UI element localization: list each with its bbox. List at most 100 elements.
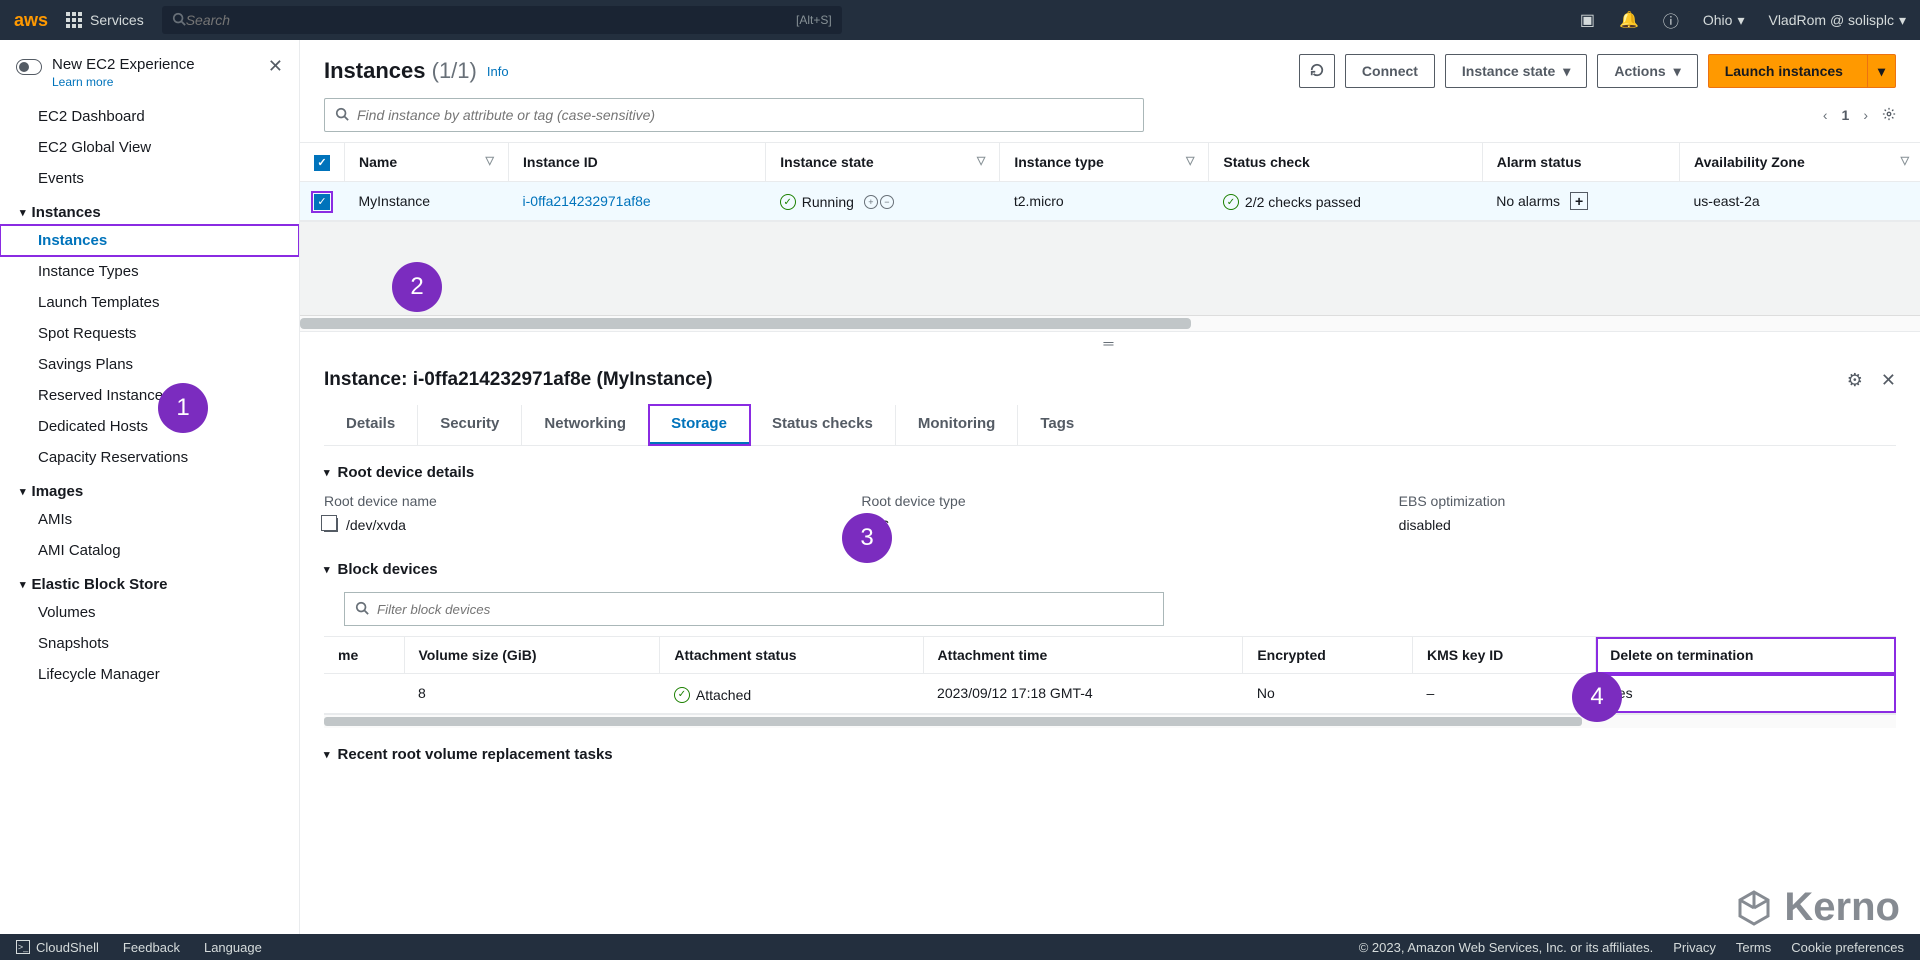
close-icon[interactable]: ✕ — [1881, 370, 1896, 391]
next-page-button[interactable]: › — [1863, 107, 1868, 123]
sidebar-item-instance-types[interactable]: Instance Types — [0, 256, 299, 287]
attached-status: Attached — [674, 687, 751, 703]
tab-status-checks[interactable]: Status checks — [750, 405, 896, 445]
col-encrypted: Encrypted — [1243, 637, 1413, 674]
top-nav: aws Services [Alt+S] ▣ 🔔 ⓘ Ohio▾ VladRom… — [0, 0, 1920, 40]
tab-details[interactable]: Details — [324, 405, 418, 445]
root-name-value: /dev/xvda — [324, 517, 821, 533]
settings-icon[interactable] — [1882, 107, 1896, 124]
launch-instances-button[interactable]: Launch instances ▾ — [1708, 54, 1896, 88]
settings-icon[interactable]: ⚙ — [1847, 370, 1863, 391]
language-link[interactable]: Language — [204, 940, 262, 955]
chevron-down-icon[interactable]: ▾ — [1867, 55, 1895, 87]
cloudshell-button[interactable]: >_CloudShell — [16, 940, 99, 955]
sort-icon[interactable]: ▽ — [977, 154, 985, 167]
sidebar-item-lifecycle-manager[interactable]: Lifecycle Manager — [0, 659, 299, 690]
terminal-icon: >_ — [16, 940, 30, 954]
filter-row: ‹ 1 › — [300, 98, 1920, 142]
sidebar-item-reserved-instances[interactable]: Reserved Instances — [0, 380, 299, 411]
instance-id-link[interactable]: i-0ffa214232971af8e — [523, 193, 651, 209]
feedback-link[interactable]: Feedback — [123, 940, 180, 955]
services-menu[interactable]: Services — [58, 12, 152, 28]
terms-link[interactable]: Terms — [1736, 940, 1771, 955]
horizontal-scrollbar[interactable] — [324, 714, 1896, 728]
tab-security[interactable]: Security — [418, 405, 522, 445]
notifications-icon[interactable]: 🔔 — [1619, 10, 1639, 30]
close-icon[interactable]: ✕ — [268, 56, 283, 77]
learn-more-link[interactable]: Learn more — [52, 75, 113, 89]
block-devices-section[interactable]: Block devices — [324, 543, 1896, 586]
connect-button[interactable]: Connect — [1345, 54, 1435, 88]
sidebar-item-spot-requests[interactable]: Spot Requests — [0, 318, 299, 349]
sidebar-section-images[interactable]: Images — [0, 473, 299, 504]
split-handle[interactable]: ═ — [300, 331, 1920, 353]
sidebar-item-amis[interactable]: AMIs — [0, 504, 299, 535]
info-link[interactable]: Info — [487, 64, 509, 79]
cell-type: t2.micro — [1000, 181, 1209, 221]
sidebar-item-dashboard[interactable]: EC2 Dashboard — [0, 101, 299, 132]
actions-button[interactable]: Actions▾ — [1597, 54, 1697, 88]
search-input[interactable] — [186, 12, 796, 28]
cloudshell-icon[interactable]: ▣ — [1580, 10, 1595, 30]
search-icon — [355, 601, 369, 618]
aws-logo[interactable]: aws — [14, 10, 48, 31]
new-experience-toggle[interactable] — [16, 59, 42, 75]
col-az: Availability Zone▽ — [1680, 143, 1920, 181]
help-icon[interactable]: ⓘ — [1663, 8, 1679, 32]
tab-tags[interactable]: Tags — [1018, 405, 1096, 445]
instance-state-button[interactable]: Instance state▾ — [1445, 54, 1587, 88]
add-alarm-button[interactable]: + — [1570, 192, 1588, 210]
tab-networking[interactable]: Networking — [522, 405, 649, 445]
copy-icon[interactable] — [324, 518, 338, 532]
sort-icon[interactable]: ▽ — [1186, 154, 1194, 167]
instance-filter[interactable] — [324, 98, 1144, 132]
privacy-link[interactable]: Privacy — [1673, 940, 1716, 955]
sidebar-item-capacity-reservations[interactable]: Capacity Reservations — [0, 442, 299, 473]
zoom-icons[interactable]: +− — [864, 195, 894, 209]
root-device-section[interactable]: Root device details — [324, 446, 1896, 489]
select-all-checkbox[interactable]: ✓ — [314, 155, 330, 171]
filter-input[interactable] — [357, 107, 1133, 123]
sidebar-item-snapshots[interactable]: Snapshots — [0, 628, 299, 659]
global-search[interactable]: [Alt+S] — [162, 6, 842, 34]
copyright-text: © 2023, Amazon Web Services, Inc. or its… — [1359, 940, 1654, 955]
tab-storage[interactable]: Storage — [649, 405, 750, 445]
instances-table: ✓ Name▽ Instance ID Instance state▽ Inst… — [300, 143, 1920, 221]
tab-monitoring[interactable]: Monitoring — [896, 405, 1018, 445]
sort-icon[interactable]: ▽ — [486, 154, 494, 167]
recent-tasks-section[interactable]: Recent root volume replacement tasks — [324, 728, 1896, 771]
sidebar-item-launch-templates[interactable]: Launch Templates — [0, 287, 299, 318]
alarm-status: No alarms — [1496, 193, 1560, 209]
block-device-filter[interactable] — [344, 592, 1164, 626]
cookie-link[interactable]: Cookie preferences — [1791, 940, 1904, 955]
table-row[interactable]: ✓ MyInstance i-0ffa214232971af8e Running… — [300, 181, 1920, 221]
block-filter-input[interactable] — [377, 602, 1153, 617]
instances-table-wrap: ✓ Name▽ Instance ID Instance state▽ Inst… — [300, 142, 1920, 221]
col-volume-size: Volume size (GiB) — [404, 637, 660, 674]
search-icon — [335, 107, 349, 124]
table-row[interactable]: 8 Attached 2023/09/12 17:18 GMT-4 No – Y… — [324, 674, 1896, 713]
sidebar-item-events[interactable]: Events — [0, 163, 299, 194]
sidebar-item-volumes[interactable]: Volumes — [0, 597, 299, 628]
col-delete-on-termination: Delete on termination — [1596, 637, 1896, 674]
sidebar-section-instances[interactable]: Instances — [0, 194, 299, 225]
new-experience-label: New EC2 Experience — [52, 56, 195, 73]
horizontal-scrollbar[interactable] — [300, 315, 1920, 331]
kerno-watermark: Kerno — [1734, 885, 1900, 930]
prev-page-button[interactable]: ‹ — [1823, 107, 1828, 123]
sidebar-item-dedicated-hosts[interactable]: Dedicated Hosts — [0, 411, 299, 442]
sidebar-item-savings-plans[interactable]: Savings Plans — [0, 349, 299, 380]
col-instance-type: Instance type▽ — [1000, 143, 1209, 181]
sidebar-item-ami-catalog[interactable]: AMI Catalog — [0, 535, 299, 566]
callout-3: 3 — [842, 513, 892, 563]
sidebar-item-instances[interactable]: Instances — [0, 225, 299, 256]
sort-icon[interactable]: ▽ — [1901, 154, 1909, 167]
grip-icon: ═ — [1104, 335, 1117, 351]
account-menu[interactable]: VladRom @ solisplc▾ — [1768, 12, 1906, 29]
grid-icon — [66, 12, 82, 28]
refresh-button[interactable] — [1299, 54, 1335, 88]
sidebar-section-ebs[interactable]: Elastic Block Store — [0, 566, 299, 597]
region-selector[interactable]: Ohio▾ — [1703, 12, 1745, 29]
row-checkbox[interactable]: ✓ — [314, 194, 330, 210]
sidebar-item-global-view[interactable]: EC2 Global View — [0, 132, 299, 163]
